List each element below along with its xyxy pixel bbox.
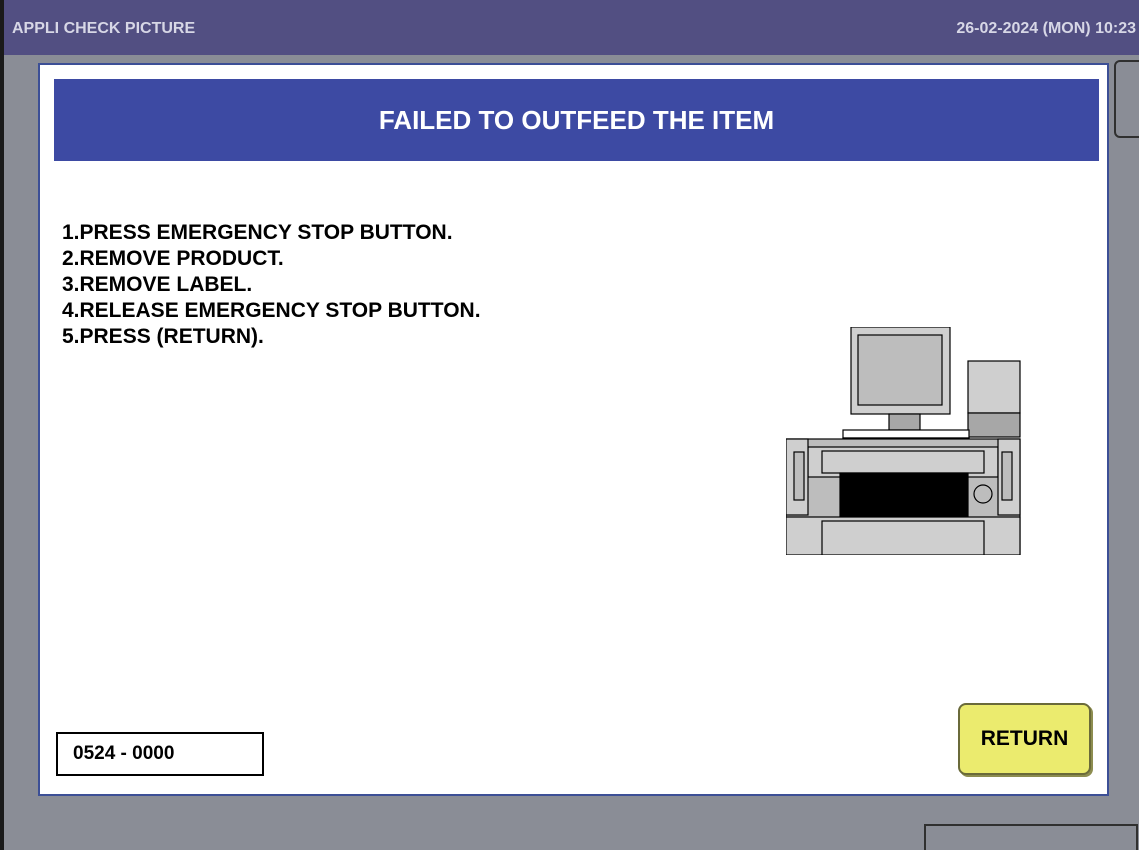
instruction-step-1: 1.PRESS EMERGENCY STOP BUTTON.	[62, 221, 453, 244]
title-bar: APPLI CHECK PICTURE 26-02-2024 (MON) 10:…	[4, 0, 1139, 55]
background-side-panel	[1114, 60, 1139, 138]
labeling-machine-icon	[785, 326, 1026, 556]
dialog-title: FAILED TO OUTFEED THE ITEM	[54, 79, 1099, 161]
instruction-step-4: 4.RELEASE EMERGENCY STOP BUTTON.	[62, 299, 481, 322]
instruction-step-5: 5.PRESS (RETURN).	[62, 325, 264, 348]
screen: APPLI CHECK PICTURE 26-02-2024 (MON) 10:…	[0, 0, 1139, 850]
app-title: APPLI CHECK PICTURE	[12, 20, 196, 37]
instruction-step-2: 2.REMOVE PRODUCT.	[62, 247, 284, 270]
background-status-box	[924, 824, 1138, 850]
screen-edge	[0, 0, 4, 850]
return-button[interactable]: RETURN	[958, 703, 1091, 775]
error-code-display: 0524 - 0000	[56, 732, 264, 776]
instruction-list: 1.PRESS EMERGENCY STOP BUTTON. 2.REMOVE …	[62, 220, 481, 350]
instruction-step-3: 3.REMOVE LABEL.	[62, 273, 253, 296]
error-code-text: 0524 - 0000	[73, 743, 175, 764]
date-time: 26-02-2024 (MON) 10:23	[956, 20, 1136, 37]
error-dialog: FAILED TO OUTFEED THE ITEM 1.PRESS EMERG…	[38, 63, 1109, 796]
